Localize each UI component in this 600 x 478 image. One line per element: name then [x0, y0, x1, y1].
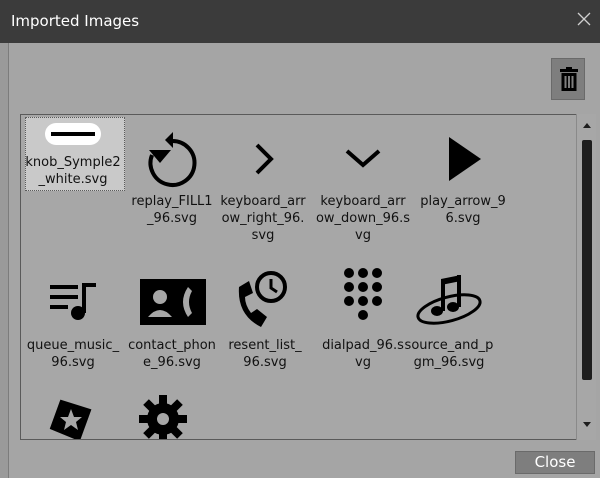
imported-images-dialog: Imported Images knob_Symple2 _white.svg …	[0, 0, 600, 478]
window-title: Imported Images	[11, 12, 140, 30]
scroll-thumb[interactable]	[582, 140, 592, 380]
image-label: contact_phon e_96.svg	[128, 338, 216, 370]
image-label: keyboard_arr ow_right_96. svg	[220, 194, 306, 243]
chevron-right-icon	[213, 117, 313, 191]
image-label: replay_FILL1 _96.svg	[131, 194, 213, 226]
image-label: dialpad_96.s vg	[322, 338, 404, 370]
music-note-icon	[399, 261, 499, 335]
play-arrow-icon	[413, 117, 513, 191]
recent-calls-icon	[215, 261, 315, 335]
image-label: queue_music_ 96.svg	[26, 338, 120, 370]
image-label: source_and_p gm_96.svg	[404, 338, 494, 370]
delete-button[interactable]	[551, 58, 585, 100]
image-label: keyboard_arr ow_down_96.s vg	[315, 194, 411, 243]
close-icon[interactable]	[574, 9, 594, 29]
queue-music-icon	[23, 261, 123, 335]
image-label: play_arrow_9 6.svg	[420, 194, 506, 226]
star-badge-icon	[21, 385, 121, 439]
chevron-down-icon	[313, 117, 413, 191]
image-grid[interactable]: knob_Symple2 _white.svg replay_FILL1 _96…	[20, 114, 596, 440]
vertical-scrollbar[interactable]	[576, 114, 596, 440]
title-bar: Imported Images	[0, 0, 600, 43]
image-label: resent_list_ 96.svg	[228, 338, 302, 370]
left-border	[0, 43, 9, 478]
replay-icon	[122, 117, 222, 191]
trash-icon	[560, 67, 578, 91]
image-label: knob_Symple2 _white.svg	[25, 155, 121, 187]
contact-phone-icon	[122, 261, 222, 335]
close-button[interactable]: Close	[515, 451, 595, 474]
settings-gear-icon	[113, 385, 213, 439]
scroll-up-arrow-icon[interactable]	[583, 123, 591, 128]
dialpad-icon	[313, 261, 413, 335]
scroll-down-arrow-icon[interactable]	[583, 422, 591, 427]
